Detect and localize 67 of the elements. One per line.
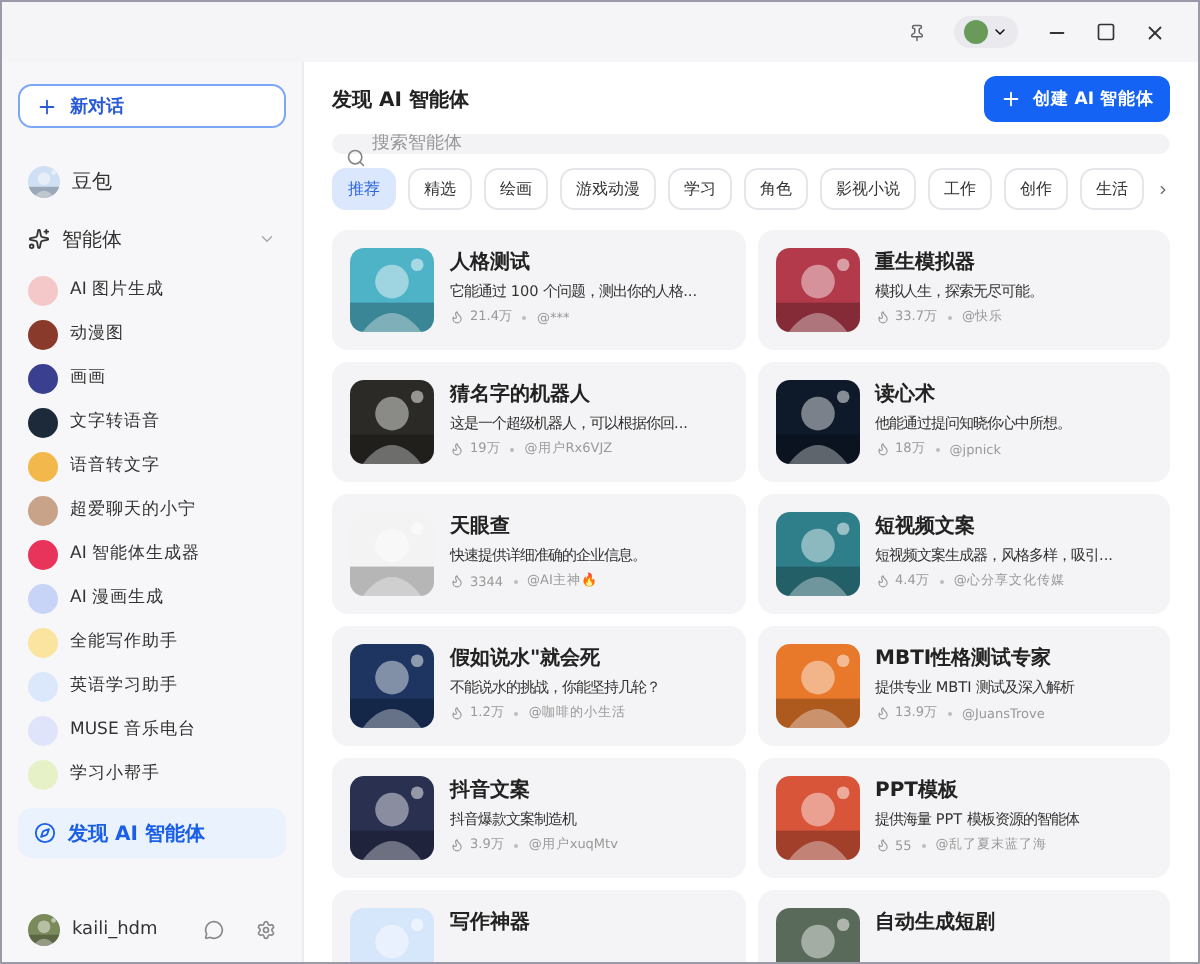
agent-item[interactable]: 全能写作助手 <box>18 620 286 664</box>
category-tag[interactable]: 推荐 <box>332 168 396 210</box>
flame-icon <box>875 838 889 852</box>
agent-item[interactable]: MUSE 音乐电台 <box>18 708 286 752</box>
category-tag[interactable]: 角色 <box>744 168 808 210</box>
agent-title: MBTI性格测试专家 <box>875 644 1054 672</box>
close-icon <box>1144 21 1166 43</box>
category-tag[interactable]: 绘画 <box>484 168 548 210</box>
category-tag[interactable]: 学习 <box>668 168 732 210</box>
new-chat-button[interactable]: 新对话 <box>18 84 286 128</box>
category-tag[interactable]: 游戏动漫 <box>560 168 656 210</box>
agent-title: 短视频文案 <box>875 512 977 540</box>
plus-icon <box>36 95 58 117</box>
sparkle-icon <box>28 228 50 250</box>
flame-icon <box>450 442 464 456</box>
agent-item[interactable]: 动漫图 <box>18 312 286 356</box>
flame-icon <box>875 706 889 720</box>
agent-title: 自动生成短剧 <box>875 909 995 936</box>
bot-item[interactable]: 豆包 <box>18 152 286 210</box>
agent-item[interactable]: 文字转语音 <box>18 400 286 444</box>
agent-item[interactable]: 英语学习助手 <box>18 664 286 708</box>
close-button[interactable] <box>1144 21 1166 43</box>
plus-icon <box>1000 88 1023 110</box>
maximize-icon <box>1096 22 1116 42</box>
agent-title: 写作神器 <box>450 909 530 936</box>
agents-section[interactable]: 智能体 <box>18 210 286 268</box>
user-name: kaili_hdm <box>72 920 160 940</box>
agent-title: 假如说水"就会死 <box>450 645 603 672</box>
chat-icon[interactable] <box>204 920 224 940</box>
flame-icon <box>450 838 464 852</box>
settings-icon[interactable] <box>256 920 276 940</box>
caret-icon <box>992 24 1008 40</box>
search-icon <box>346 148 366 168</box>
account-button[interactable] <box>954 16 1018 48</box>
agent-item[interactable]: 超爱聊天的小宁 <box>18 488 286 532</box>
agent-item[interactable]: 语音转文字 <box>18 444 286 488</box>
agent-item[interactable]: 学习小帮手 <box>18 752 286 796</box>
flame-icon <box>450 706 464 720</box>
category-tag[interactable]: 生活 <box>1080 168 1144 210</box>
agent-title: 人格测试 <box>450 249 532 276</box>
create-agent-button[interactable]: 创建 AI 智能体 <box>984 76 1170 122</box>
agent-card[interactable]: 写作神器 <box>332 890 745 962</box>
category-tag[interactable]: 创作 <box>1004 168 1068 210</box>
category-tag[interactable]: 影视小说 <box>820 168 916 210</box>
agent-title: PPT模板 <box>875 777 960 804</box>
category-tag[interactable]: 精选 <box>408 168 472 210</box>
agent-item[interactable]: 画画 <box>18 356 286 400</box>
category-tag[interactable]: 工作 <box>928 168 992 210</box>
pin-icon[interactable] <box>908 23 926 41</box>
flame-icon <box>875 574 889 588</box>
page-title: 发现 AI 智能体 <box>332 87 469 113</box>
flame-icon <box>450 310 464 324</box>
flame-icon <box>875 442 889 456</box>
agent-item[interactable]: AI 图片生成 <box>18 268 286 312</box>
agent-title: 重生模拟器 <box>875 249 977 276</box>
flame-icon <box>450 574 464 588</box>
agent-card[interactable]: 自动生成短剧 <box>757 890 1170 962</box>
flame-icon <box>875 310 889 324</box>
agent-title: 抖音文案 <box>450 776 532 804</box>
compass-icon <box>34 822 56 844</box>
agent-title: 读心术 <box>875 380 937 408</box>
maximize-button[interactable] <box>1096 22 1116 42</box>
agent-title: 天眼查 <box>450 513 512 540</box>
agent-item[interactable]: AI 智能体生成器 <box>18 532 286 576</box>
agent-title: 猜名字的机器人 <box>450 380 592 408</box>
discover-agents-item[interactable]: 发现 AI 智能体 <box>18 808 286 858</box>
agent-item[interactable]: AI 漫画生成 <box>18 576 286 620</box>
